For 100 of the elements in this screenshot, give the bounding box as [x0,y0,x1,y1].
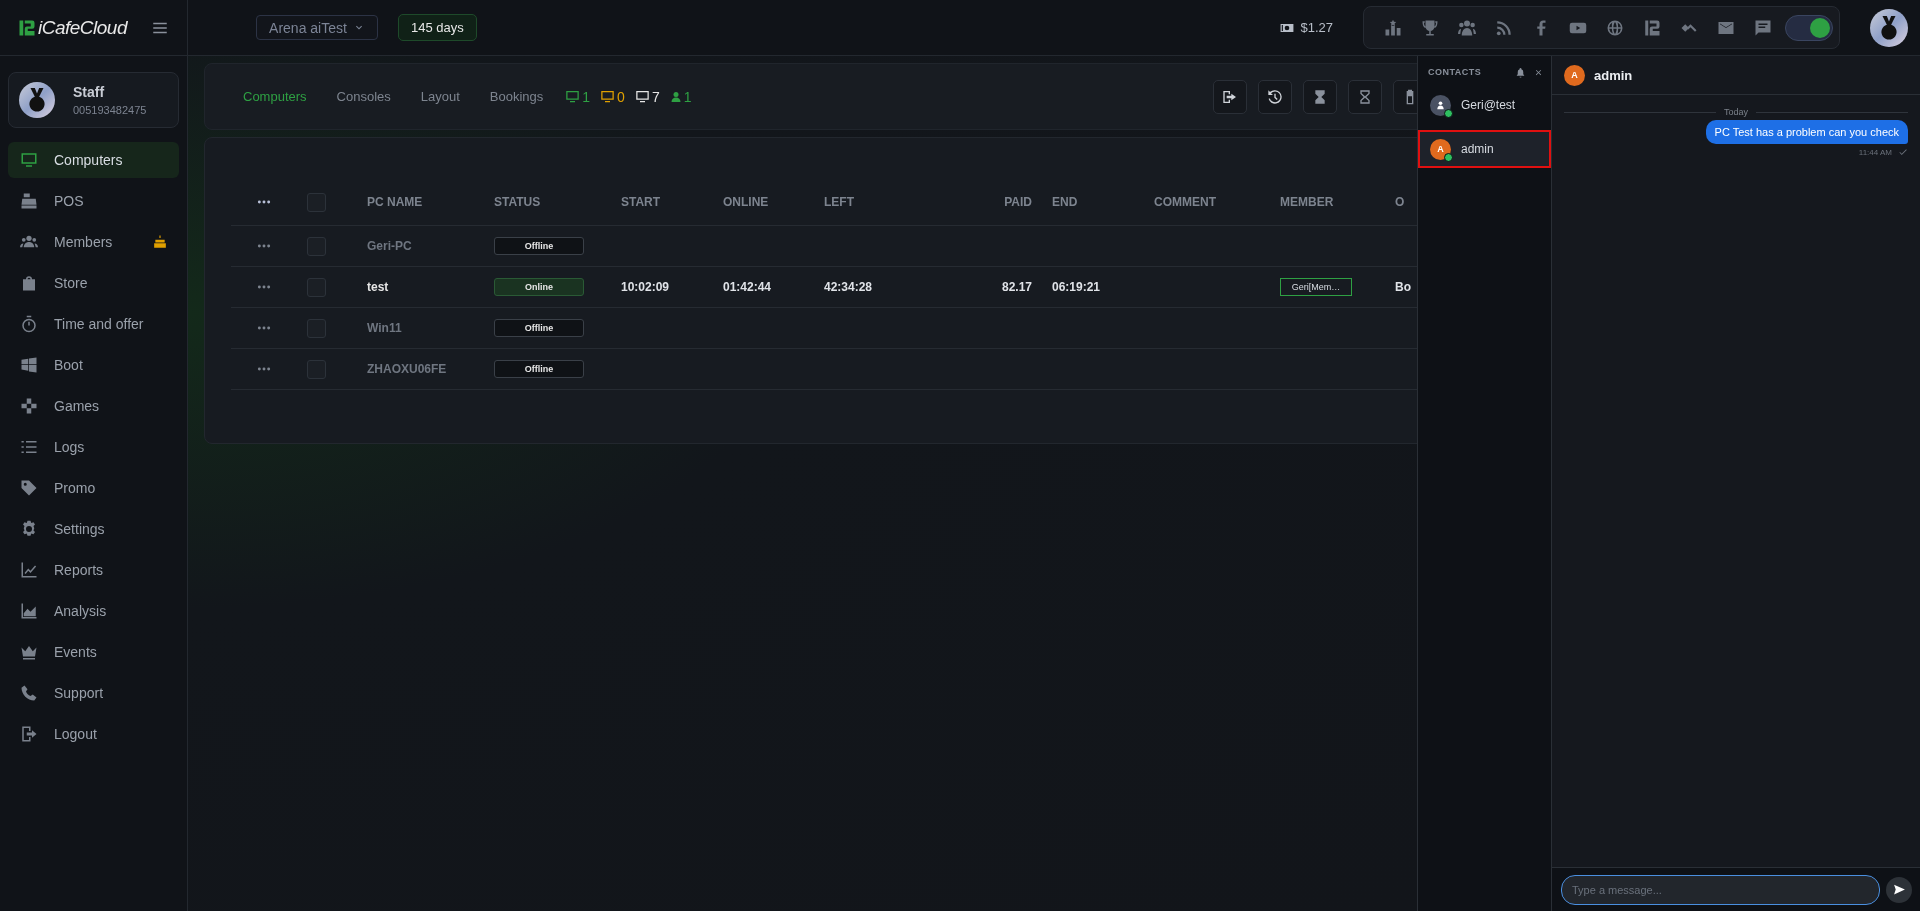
checkbox[interactable] [307,277,326,297]
table-cell: 82.17 [941,266,1042,308]
exit-icon [1222,88,1238,105]
area-chart-icon [20,602,38,620]
table-cell: test [357,266,484,308]
table-cell: 01:42:44 [713,266,814,308]
sidebar-item[interactable]: Time and offer [8,306,179,342]
trophy-icon [1420,18,1439,37]
branch-dropdown[interactable]: Arena aiTest [256,15,378,40]
sidebar-item[interactable]: Reports [8,552,179,588]
rss-icon [1494,18,1513,37]
contact-item[interactable]: Geri@test [1418,86,1551,124]
monitor-icon [634,89,650,104]
sidebar-item[interactable]: Games [8,388,179,424]
message-bubble: PC Test has a problem can you check [1705,120,1908,144]
hourglass-outline-button[interactable] [1348,79,1382,114]
hourglass-outline-icon [1357,88,1373,105]
message-time: 11:44 AM [1858,147,1892,157]
gamepad-icon [20,397,38,415]
tab[interactable]: Layout [412,89,468,104]
theme-toggle[interactable] [1785,14,1833,41]
pc-count: 0 [600,88,625,105]
history-button[interactable] [1258,79,1292,114]
tab[interactable]: Computers [235,89,315,104]
profile-id: 005193482475 [73,104,147,116]
person-icon [669,90,682,103]
close-button[interactable] [1534,67,1543,77]
column-header: PC NAME [357,179,484,226]
sidebar-item[interactable]: Boot [8,347,179,383]
hourglass-icon [1312,88,1328,105]
ranking-icon [1383,18,1402,37]
column-header: COMMENT [1144,179,1270,226]
column-header: STATUS [484,179,611,226]
date-divider: Today [1724,107,1748,117]
message-field[interactable]: Type a message... [1561,874,1880,905]
history-icon [1267,88,1283,105]
tab[interactable]: Bookings [481,89,552,104]
cake-icon [153,235,167,249]
status-badge: Offline [494,360,584,378]
app-logo-icon [1642,18,1661,37]
status-badge: Online [494,278,584,296]
table-cell: 06:19:21 [1042,266,1144,308]
user-avatar[interactable] [1870,8,1908,47]
sidebar-item[interactable]: Promo [8,470,179,506]
user-icon [1435,99,1446,111]
table-cell: 10:02:09 [611,266,713,308]
windows-icon [20,356,38,374]
settings-icon [20,520,38,538]
tab[interactable]: Consoles [328,89,399,104]
line-chart-icon [20,561,38,579]
sidebar-item[interactable]: Store [8,265,179,301]
bell-icon[interactable] [1515,66,1526,78]
battery-button[interactable] [1393,79,1417,114]
column-header: ONLINE [713,179,814,226]
sidebar-item[interactable]: Logs [8,429,179,465]
group-icon [1457,18,1476,37]
member-tag: Geri[Mem… [1280,278,1352,296]
chat-icon [1753,18,1772,37]
column-header: MEMBER [1270,179,1385,226]
monitor-icon [600,89,616,104]
sidebar-item[interactable]: POS [8,183,179,219]
member-count: 1 [669,88,692,105]
table-cell: ZHAOXU06FE [357,348,484,390]
sidebar-item[interactable]: Analysis [8,593,179,629]
check-icon [1898,147,1908,157]
logout-icon [20,725,38,743]
checkbox[interactable] [307,192,326,212]
monitor-icon [565,89,581,104]
checkbox[interactable] [307,359,326,379]
sidebar-item[interactable]: Computers [8,142,179,178]
table-cell: 42:34:28 [814,266,941,308]
hourglass-button[interactable] [1303,79,1337,114]
balance: $1.27 [1300,20,1333,35]
app-name: iCafeCloud [38,16,127,39]
chat-title: admin [1594,67,1633,83]
sidebar-item[interactable]: Support [8,675,179,711]
status-badge: Offline [494,319,584,337]
sidebar-item[interactable]: Settings [8,511,179,547]
tag-icon [20,479,38,497]
checkbox[interactable] [307,318,326,338]
exit-button[interactable] [1213,79,1247,114]
pc-count: 7 [634,88,660,105]
checkbox[interactable] [307,236,326,256]
column-header: END [1042,179,1144,226]
globe-icon [1605,18,1624,37]
license-badge: 145 days [398,14,477,41]
contact-item[interactable]: A admin [1418,130,1551,168]
stopwatch-icon [20,315,38,333]
list-icon [20,438,38,456]
send-button[interactable] [1886,876,1912,903]
column-header: PAID [941,179,1042,226]
sidebar-item[interactable]: Logout [8,716,179,752]
sidebar-item[interactable]: Members [8,224,179,260]
shopping-bag-icon [20,274,38,292]
column-header: START [611,179,713,226]
chat-avatar: A [1564,64,1585,86]
sidebar-item[interactable]: Events [8,634,179,670]
cash-register-icon [20,192,38,210]
pc-count: 1 [565,88,591,105]
table-cell: Win11 [357,307,484,349]
